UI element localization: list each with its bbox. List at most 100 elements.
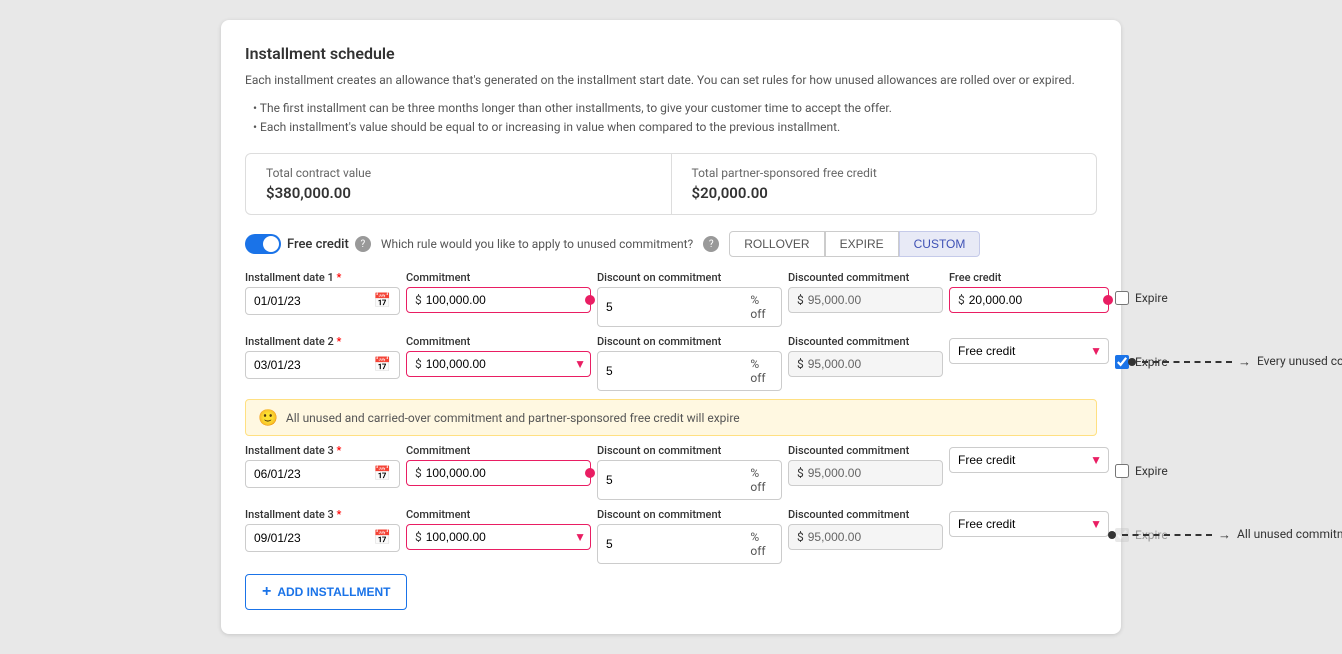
discounted-input-2 xyxy=(808,357,934,371)
free-credit-help-icon[interactable]: ? xyxy=(355,236,371,252)
calendar-icon-1[interactable]: 📅 xyxy=(374,293,391,309)
date-input-wrapper-2[interactable]: 📅 xyxy=(245,351,400,379)
date-input-wrapper-1[interactable]: 📅 xyxy=(245,287,400,315)
total-contract-label: Total contract value xyxy=(266,166,651,180)
expire-button[interactable]: EXPIRE xyxy=(825,231,899,257)
commitment-label-4: Commitment xyxy=(406,508,591,521)
date-input-wrapper-4[interactable]: 📅 xyxy=(245,524,400,552)
discount-input-wrapper-3[interactable]: % off xyxy=(597,460,782,500)
date-input-3[interactable] xyxy=(254,467,370,481)
date-input-4[interactable] xyxy=(254,531,370,545)
discounted-input-4 xyxy=(808,530,934,544)
expire-checkbox-1[interactable] xyxy=(1115,291,1129,305)
total-partner-label: Total partner-sponsored free credit xyxy=(692,166,1077,180)
free-credit-input-wrapper-1[interactable]: $ xyxy=(949,287,1109,313)
free-credit-select-4[interactable]: Free credit xyxy=(958,517,1100,531)
percent-suffix-2: % off xyxy=(750,357,773,385)
add-installment-button[interactable]: + ADD INSTALLMENT xyxy=(245,574,407,610)
free-credit-select-wrapper-3[interactable]: Free credit ▼ xyxy=(949,447,1109,473)
discount-input-1[interactable] xyxy=(606,300,746,314)
dashed-line-1 xyxy=(1142,361,1232,363)
discounted-input-wrapper-4: $ xyxy=(788,524,943,550)
free-credit-select-wrapper-4[interactable]: Free credit ▼ xyxy=(949,511,1109,537)
annotation-dot-2 xyxy=(1108,531,1116,539)
currency-prefix-2: $ xyxy=(415,357,422,371)
date-field-2: Installment date 2 * 📅 xyxy=(245,335,400,379)
free-credit-select-3[interactable]: Free credit xyxy=(958,453,1100,467)
discount-input-3[interactable] xyxy=(606,473,746,487)
bullet-item-2: Each installment's value should be equal… xyxy=(253,118,1097,137)
commitment-field-1: Commitment $ xyxy=(406,271,591,313)
commitment-input-wrapper-3[interactable]: $ xyxy=(406,460,591,486)
date-input-2[interactable] xyxy=(254,358,370,372)
calendar-icon-2[interactable]: 📅 xyxy=(374,357,391,373)
pink-dot-fc-1 xyxy=(1103,295,1113,305)
annotation-expire-end: → All unused commitment expires at the o… xyxy=(1108,526,1342,543)
expire-checkbox-3[interactable] xyxy=(1115,464,1129,478)
calendar-icon-3[interactable]: 📅 xyxy=(374,466,391,482)
bullet-list: The first installment can be three month… xyxy=(245,99,1097,137)
select-arrow-2: ▼ xyxy=(1090,344,1102,358)
free-credit-select-field-4: Free credit ▼ xyxy=(949,508,1109,537)
calendar-icon-4[interactable]: 📅 xyxy=(374,530,391,546)
free-credit-label-1: Free credit xyxy=(949,271,1109,284)
card-title: Installment schedule xyxy=(245,44,1097,63)
commitment-input-4[interactable] xyxy=(426,530,582,544)
discount-input-2[interactable] xyxy=(606,364,746,378)
commitment-input-wrapper-2[interactable]: $ ▼ xyxy=(406,351,591,377)
rule-help-icon[interactable]: ? xyxy=(703,236,719,252)
discounted-commitment-field-3: Discounted commitment $ xyxy=(788,444,943,486)
expire-label-1: Expire xyxy=(1135,291,1168,305)
date-input-wrapper-3[interactable]: 📅 xyxy=(245,460,400,488)
add-installment-label: ADD INSTALLMENT xyxy=(277,585,390,599)
discount-input-wrapper-2[interactable]: % off xyxy=(597,351,782,391)
free-credit-field-1: Free credit $ xyxy=(949,271,1109,313)
annotation-expire-next: → Every unused commitment is expired on … xyxy=(1128,353,1342,370)
notification-bar: 🙂 All unused and carried-over commitment… xyxy=(245,399,1097,436)
annotation-text-2: All unused commitment expires at the off… xyxy=(1237,526,1342,543)
discount-input-wrapper-4[interactable]: % off xyxy=(597,524,782,564)
free-credit-select-wrapper-2[interactable]: Free credit ▼ xyxy=(949,338,1109,364)
discounted-label-4: Discounted commitment xyxy=(788,508,943,521)
select-arrow-4: ▼ xyxy=(1090,517,1102,531)
custom-button[interactable]: CUSTOM xyxy=(899,231,981,257)
free-credit-select-field-2: Free credit ▼ xyxy=(949,335,1109,364)
commitment-input-2[interactable] xyxy=(426,357,582,371)
discounted-commitment-field-1: Discounted commitment $ xyxy=(788,271,943,313)
discount-input-4[interactable] xyxy=(606,537,746,551)
discount-label-2: Discount on commitment xyxy=(597,335,782,348)
free-credit-select-2[interactable]: Free credit xyxy=(958,344,1100,358)
currency-prefix-dc-3: $ xyxy=(797,466,804,480)
commitment-label-3: Commitment xyxy=(406,444,591,457)
total-partner-value: $20,000.00 xyxy=(692,184,1077,202)
installment-row-1: Installment date 1 * 📅 Commitment $ Disc… xyxy=(245,271,1097,327)
free-credit-input-1[interactable] xyxy=(969,293,1100,307)
annotation-dot-1 xyxy=(1128,358,1136,366)
commitment-field-3: Commitment $ xyxy=(406,444,591,486)
commitment-label-1: Commitment xyxy=(406,271,591,284)
installment-row-2: Installment date 2 * 📅 Commitment $ ▼ xyxy=(245,335,1097,391)
free-credit-select-field-3: Free credit ▼ xyxy=(949,444,1109,473)
commitment-input-wrapper-1[interactable]: $ xyxy=(406,287,591,313)
expire-checkbox-2[interactable] xyxy=(1115,355,1129,369)
installment-row-3: Installment date 3 * 📅 Commitment $ Disc… xyxy=(245,444,1097,500)
smiley-icon: 🙂 xyxy=(258,408,278,427)
discount-input-wrapper-1[interactable]: % off xyxy=(597,287,782,327)
date-label-1: Installment date 1 * xyxy=(245,271,400,284)
date-input-1[interactable] xyxy=(254,294,370,308)
discounted-label-3: Discounted commitment xyxy=(788,444,943,457)
commitment-label-2: Commitment xyxy=(406,335,591,348)
free-credit-toggle-wrapper: Free credit ? xyxy=(245,234,371,254)
total-contract-box: Total contract value $380,000.00 xyxy=(246,154,672,214)
commitment-input-1[interactable] xyxy=(426,293,582,307)
rollover-button[interactable]: ROLLOVER xyxy=(729,231,824,257)
commitment-input-wrapper-4[interactable]: $ ▼ xyxy=(406,524,591,550)
free-credit-toggle[interactable] xyxy=(245,234,281,254)
pink-arrow-4: ▼ xyxy=(574,530,586,544)
currency-prefix-dc-1: $ xyxy=(797,293,804,307)
percent-suffix-1: % off xyxy=(750,293,773,321)
commitment-input-3[interactable] xyxy=(426,466,582,480)
expire-col-1: Expire xyxy=(1115,271,1205,305)
card-description: Each installment creates an allowance th… xyxy=(245,71,1097,89)
pink-dot-3 xyxy=(585,468,595,478)
